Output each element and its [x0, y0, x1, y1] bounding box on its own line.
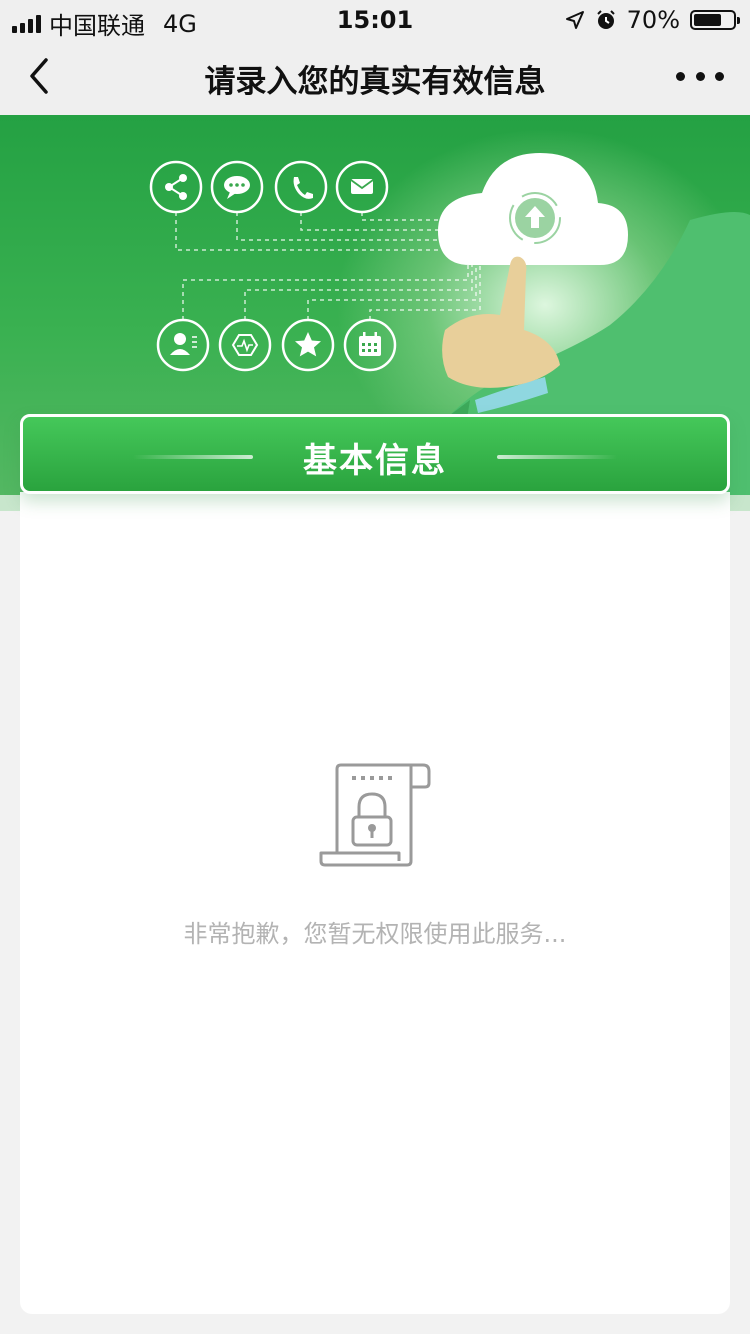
share-icon	[149, 160, 203, 214]
status-right: 70%	[565, 6, 740, 34]
battery-icon	[690, 10, 740, 30]
battery-fill	[694, 14, 721, 26]
mail-icon	[335, 160, 389, 214]
page-title: 请录入您的真实有效信息	[204, 64, 546, 100]
locked-document-icon	[319, 763, 431, 867]
network-type: 4G	[163, 9, 197, 38]
more-dot	[676, 71, 685, 81]
status-left: 中国联通 4G	[12, 6, 197, 41]
location-arrow-icon	[565, 11, 584, 29]
calendar-icon	[343, 318, 397, 372]
no-permission-message: 非常抱歉，您暂无权限使用此服务...	[183, 920, 567, 948]
contact-icon	[156, 318, 210, 372]
carrier-name: 中国联通	[49, 12, 145, 40]
section-header: 基本信息	[20, 414, 730, 494]
activity-icon	[218, 318, 272, 372]
alarm-icon	[596, 10, 615, 29]
more-dot	[715, 71, 724, 81]
section-title: 基本信息	[303, 441, 447, 481]
star-icon	[281, 318, 335, 372]
chat-icon	[210, 160, 264, 214]
content-card: 非常抱歉，您暂无权限使用此服务...	[20, 492, 730, 1314]
phone-icon	[274, 160, 328, 214]
cloud-upload-icon	[438, 153, 628, 265]
nav-bar: 请录入您的真实有效信息	[0, 38, 750, 115]
more-button[interactable]	[676, 62, 724, 90]
more-dot	[695, 71, 705, 81]
signal-icon	[12, 14, 41, 33]
battery-percent: 70%	[626, 6, 680, 34]
status-bar: 中国联通 4G 15:01 70%	[0, 0, 750, 41]
